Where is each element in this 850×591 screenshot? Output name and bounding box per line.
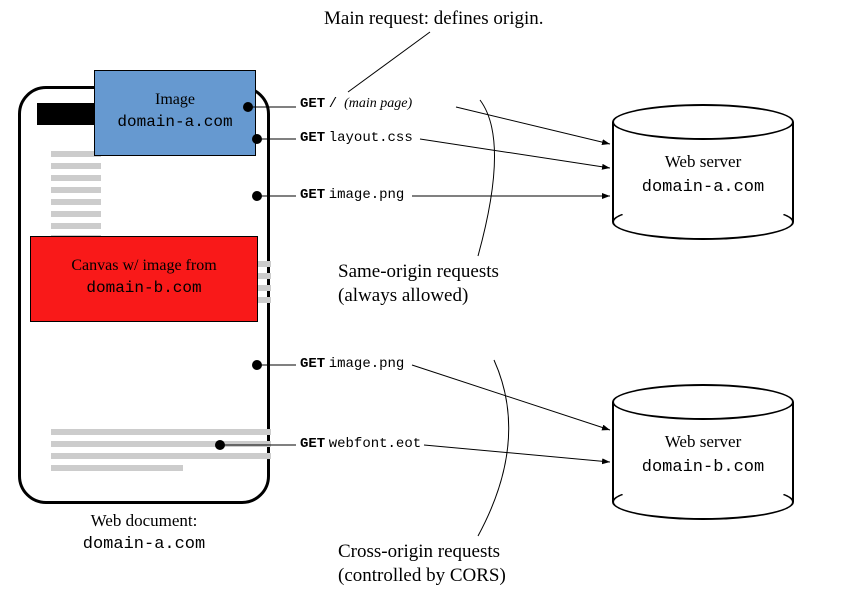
annotation-cross-origin: Cross-origin requests (controlled by COR… — [338, 540, 506, 588]
image-label: Image — [155, 91, 195, 108]
embedded-canvas: Canvas w/ image from domain-b.com — [30, 236, 258, 322]
r1-note: (main page) — [344, 96, 412, 111]
annotation-cross-line1: Cross-origin requests — [338, 541, 500, 562]
doc-lines-bottom — [51, 429, 271, 477]
server-b-title: Web server — [665, 432, 742, 451]
annotation-cross-line2: (controlled by CORS) — [338, 565, 506, 586]
server-a: Web server domain-a.com — [612, 104, 794, 236]
annotation-main-request: Main request: defines origin. — [324, 8, 544, 30]
request-main: GET / (main page) — [300, 96, 412, 112]
annotation-same-line2: (always allowed) — [338, 285, 468, 306]
image-host: domain-a.com — [117, 113, 232, 131]
r3-path: image.png — [329, 187, 405, 203]
embedded-image: Image domain-a.com — [94, 70, 256, 156]
server-b-text: Web server domain-b.com — [612, 384, 794, 480]
r3-verb: GET — [300, 187, 325, 203]
canvas-host: domain-b.com — [86, 279, 201, 297]
web-document-caption: Web document: domain-a.com — [34, 510, 254, 556]
r4-verb: GET — [300, 356, 325, 372]
server-a-text: Web server domain-a.com — [612, 104, 794, 200]
caption-line2: domain-a.com — [83, 535, 205, 554]
r5-path: webfont.eot — [329, 436, 421, 452]
server-b: Web server domain-b.com — [612, 384, 794, 516]
server-b-host: domain-b.com — [642, 458, 764, 477]
r1-verb: GET — [300, 96, 325, 112]
dot-css — [252, 134, 262, 144]
r5-verb: GET — [300, 436, 325, 452]
server-a-title: Web server — [665, 152, 742, 171]
request-css: GET layout.css — [300, 130, 413, 146]
r4-path: image.png — [329, 356, 405, 372]
canvas-label: Canvas w/ image from — [71, 257, 216, 274]
doc-lines-top — [51, 151, 271, 247]
request-webfont: GET webfont.eot — [300, 436, 421, 452]
request-canvas-image: GET image.png — [300, 356, 404, 372]
server-a-host: domain-a.com — [642, 178, 764, 197]
r2-path: layout.css — [329, 130, 413, 146]
request-image: GET image.png — [300, 187, 404, 203]
dot-canvas — [252, 360, 262, 370]
annotation-same-origin: Same-origin requests (always allowed) — [338, 260, 499, 308]
dot-image — [252, 191, 262, 201]
annotation-same-line1: Same-origin requests — [338, 261, 499, 282]
dot-main — [243, 102, 253, 112]
r1-path: / — [329, 96, 337, 112]
caption-line1: Web document: — [91, 511, 198, 530]
r2-verb: GET — [300, 130, 325, 146]
dot-webfont — [215, 440, 225, 450]
